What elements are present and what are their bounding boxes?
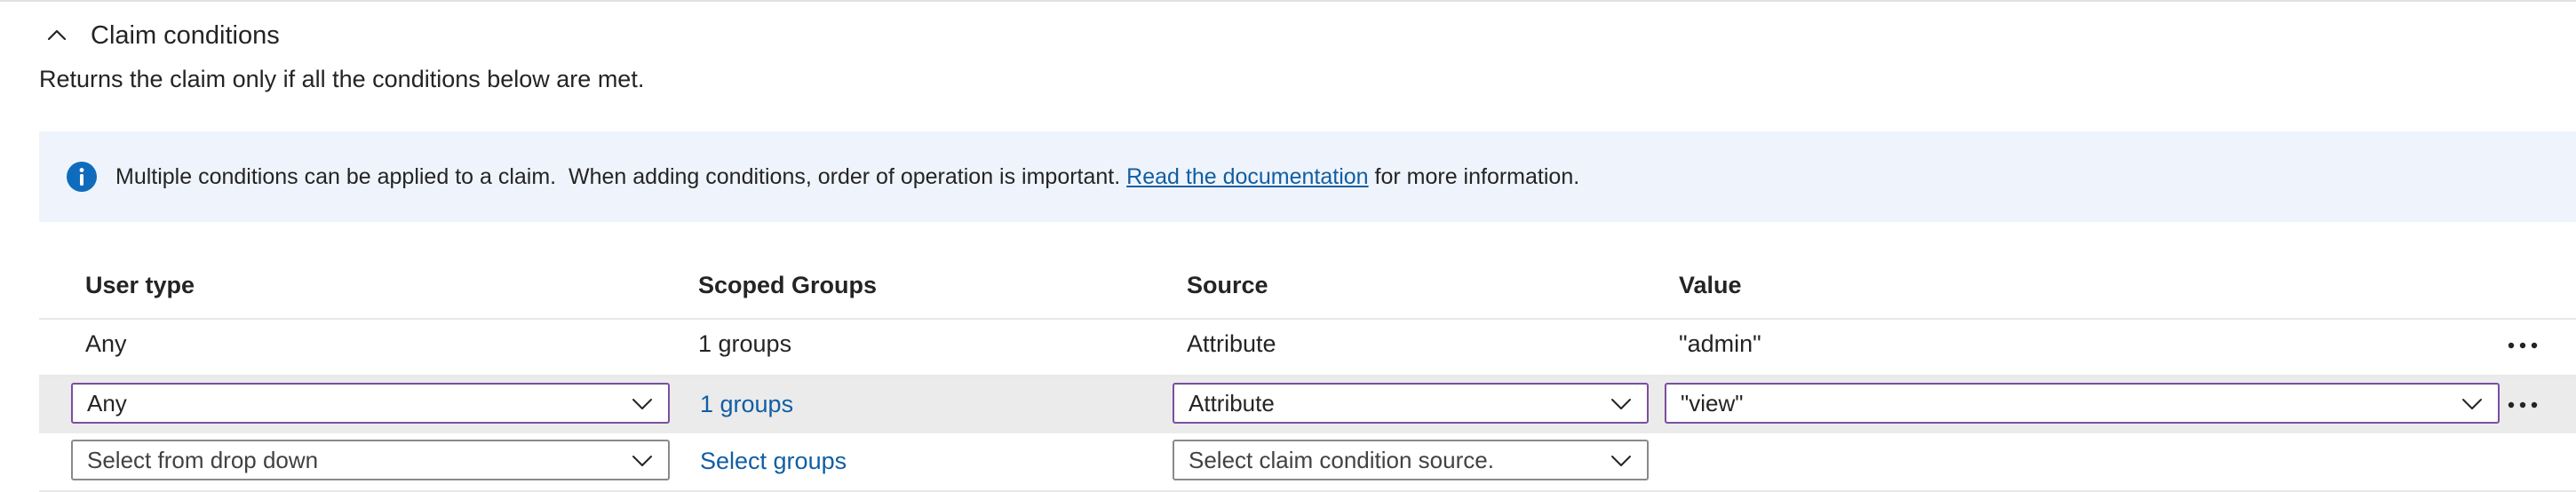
source-dropdown-placeholder: Select claim condition source. [1189,446,1494,473]
more-options-icon[interactable] [2505,392,2540,418]
table-header-row: User type Scoped Groups Source Value [39,259,2576,320]
column-header-source: Source [1187,272,1268,298]
chevron-down-icon [1608,390,1634,417]
source-dropdown-value: Attribute [1189,389,1275,417]
user-type-dropdown-placeholder: Select from drop down [87,446,319,473]
banner-text-after: for more information. [1368,163,1580,189]
read-documentation-link[interactable]: Read the documentation [1126,164,1368,189]
source-dropdown[interactable]: Attribute [1173,383,1649,424]
section-subtitle: Returns the claim only if all the condit… [39,66,645,92]
info-banner-text: Multiple conditions can be applied to a … [115,164,1579,190]
table-row-editing[interactable]: Any 1 groups Attribute "view" [39,377,2576,433]
banner-text-before: Multiple conditions can be applied to a … [115,163,1127,189]
source-dropdown[interactable]: Select claim condition source. [1173,440,1649,480]
column-header-scoped-groups: Scoped Groups [698,272,878,298]
user-type-dropdown-value: Any [87,389,127,417]
column-header-value: Value [1679,272,1742,298]
info-banner: Multiple conditions can be applied to a … [39,131,2576,222]
chevron-down-icon [629,390,656,417]
more-options-icon[interactable] [2505,332,2540,359]
user-type-dropdown[interactable]: Any [71,383,670,424]
section-top-divider [0,0,2576,2]
source-cell: Attribute [1187,330,1276,357]
scoped-groups-link[interactable]: 1 groups [700,391,793,418]
chevron-down-icon [1608,447,1634,473]
chevron-up-icon[interactable] [39,18,75,53]
user-type-dropdown[interactable]: Select from drop down [71,440,670,480]
chevron-down-icon [629,447,656,473]
value-input-value: "view" [1681,389,1744,417]
scoped-groups-cell: 1 groups [698,330,792,357]
column-header-user-type: User type [85,272,195,298]
select-groups-link[interactable]: Select groups [700,448,847,475]
table-row-new[interactable]: Select from drop down Select groups Sele… [39,435,2576,492]
claim-conditions-header[interactable]: Claim conditions [39,0,280,71]
chevron-down-icon [2459,390,2485,417]
value-input[interactable]: "view" [1665,383,2500,424]
value-cell: "admin" [1679,330,1761,357]
user-type-cell: Any [85,330,127,357]
table-row[interactable]: Any 1 groups Attribute "admin" [39,318,2576,377]
section-title: Claim conditions [91,20,280,50]
info-icon [66,161,98,193]
